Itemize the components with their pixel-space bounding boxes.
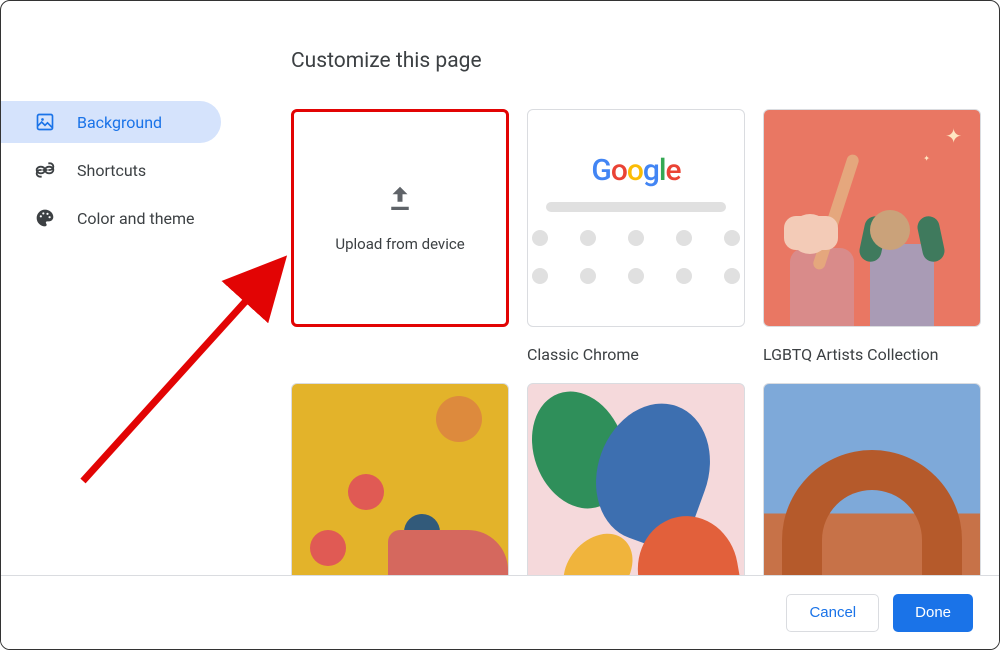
- cancel-button[interactable]: Cancel: [786, 594, 879, 632]
- animal-illustration: [388, 530, 508, 575]
- upload-tile[interactable]: Upload from device: [291, 109, 509, 327]
- customize-dialog: Background Shortcuts Col: [0, 0, 1000, 650]
- sun-illustration: [436, 396, 482, 442]
- background-tile-lgbtq[interactable]: ✦ ✦: [763, 109, 981, 327]
- figure-illustration: [870, 210, 934, 326]
- content-panel: Customize this page Upload from device: [291, 1, 999, 575]
- sidebar-item-background[interactable]: Background: [1, 101, 221, 143]
- image-icon: [35, 112, 55, 132]
- sidebar-item-label: Shortcuts: [77, 161, 146, 180]
- flower-illustration: [310, 530, 346, 566]
- background-tile-latino[interactable]: [291, 383, 509, 575]
- backgrounds-scroll[interactable]: Upload from device Google: [291, 109, 999, 575]
- sidebar-item-color-theme[interactable]: Color and theme: [1, 197, 221, 239]
- backgrounds-grid: Upload from device Google: [291, 109, 971, 575]
- sparkle-icon: ✦: [923, 154, 930, 163]
- tile-caption: Classic Chrome: [527, 345, 745, 365]
- google-logo: Google: [591, 153, 680, 188]
- upload-label: Upload from device: [335, 235, 464, 253]
- sidebar-item-label: Color and theme: [77, 209, 195, 228]
- background-tile-earth[interactable]: [763, 383, 981, 575]
- sidebar-item-shortcuts[interactable]: Shortcuts: [1, 149, 221, 191]
- sidebar: Background Shortcuts Col: [1, 1, 291, 575]
- palette-icon: [35, 208, 55, 228]
- figure-illustration: [790, 214, 854, 326]
- tile-caption: LGBTQ Artists Collection: [763, 345, 981, 365]
- search-bar-placeholder-shape: [546, 202, 726, 212]
- page-title: Customize this page: [291, 49, 999, 73]
- background-tile-classic-chrome[interactable]: Google: [527, 109, 745, 327]
- dialog-footer: Cancel Done: [1, 575, 999, 649]
- link-icon: [35, 160, 55, 180]
- shortcut-dots: [532, 230, 740, 284]
- done-button[interactable]: Done: [893, 594, 973, 632]
- upload-icon: [383, 183, 417, 217]
- sparkle-icon: ✦: [945, 124, 962, 148]
- sidebar-item-label: Background: [77, 113, 162, 132]
- tile-caption: [291, 345, 509, 365]
- background-tile-native[interactable]: [527, 383, 745, 575]
- flower-illustration: [348, 474, 384, 510]
- main-area: Background Shortcuts Col: [1, 1, 999, 575]
- arch-illustration: [782, 450, 962, 575]
